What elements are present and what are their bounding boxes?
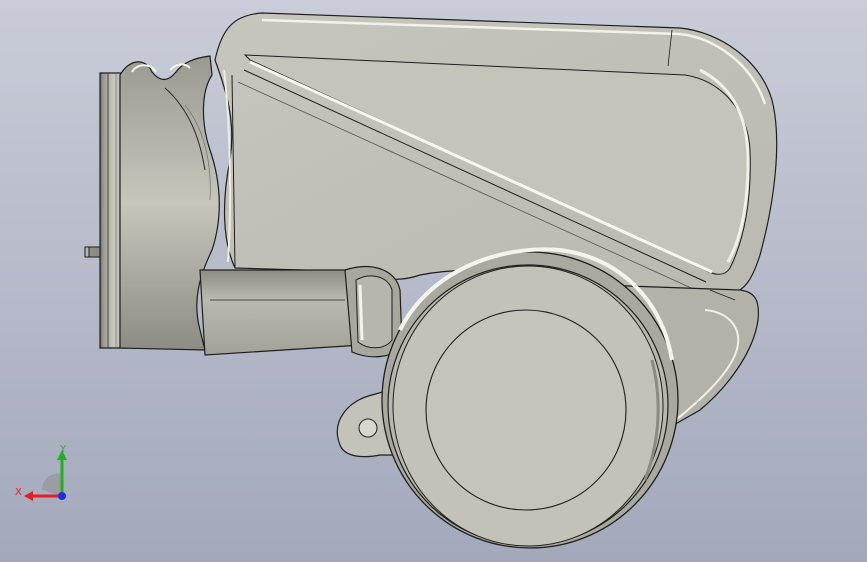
x-axis-arrowhead <box>24 491 33 501</box>
z-axis-dot <box>58 492 66 500</box>
x-axis-label: X <box>15 487 22 498</box>
lower-boss <box>199 266 403 358</box>
motor-housing <box>381 247 679 549</box>
upper-arm-body <box>214 12 778 296</box>
y-axis-label: Y <box>59 444 67 455</box>
triad-plane-shading <box>42 473 62 496</box>
part-model[interactable] <box>0 0 867 562</box>
cad-viewport[interactable]: Y X <box>0 0 867 562</box>
orientation-triad[interactable]: Y X <box>12 438 82 510</box>
